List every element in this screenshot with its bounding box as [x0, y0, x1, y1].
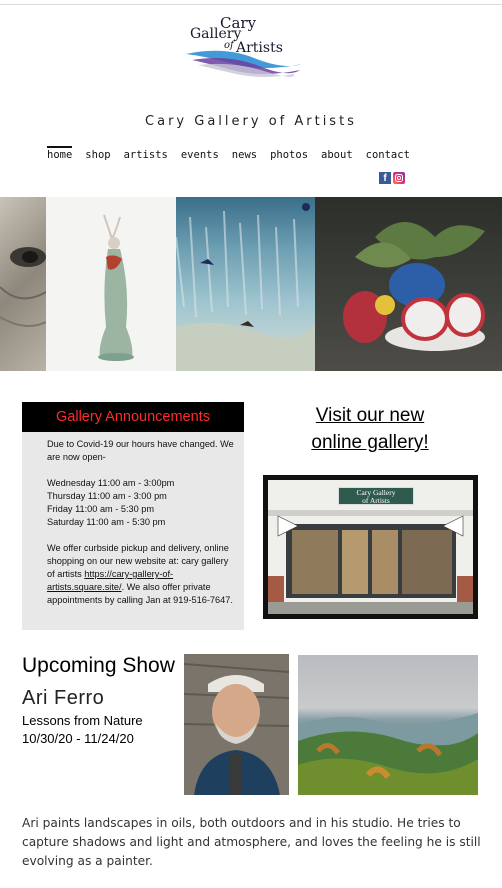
visit-online-gallery-link[interactable]: Visit our new online gallery!	[284, 402, 456, 456]
facebook-icon[interactable]: f	[379, 172, 391, 184]
main-nav: home shop artists events news photos abo…	[47, 146, 423, 166]
hours-saturday: Saturday 11:00 am - 5:30 pm	[47, 517, 166, 527]
artwork-strip	[0, 197, 502, 371]
nav-home[interactable]: home	[47, 146, 73, 166]
social-links: f	[379, 172, 405, 184]
hours-thursday: Thursday 11:00 am - 3:00 pm	[47, 491, 167, 501]
pickup-notice: We offer curbside pickup and delivery, o…	[47, 542, 237, 607]
announcements-body: Due to Covid-19 our hours have changed. …	[47, 438, 237, 620]
top-divider	[0, 4, 502, 5]
ceramic-figure-artwork[interactable]	[46, 197, 176, 371]
show-title: Lessons from Nature	[22, 713, 143, 728]
hours-list: Wednesday 11:00 am - 3:00pm Thursday 11:…	[47, 477, 237, 529]
elephant-eye-artwork[interactable]	[0, 197, 46, 371]
nav-contact[interactable]: contact	[366, 146, 410, 166]
hours-friday: Friday 11:00 am - 5:30 pm	[47, 504, 155, 514]
landscape-painting[interactable]	[298, 655, 478, 795]
sign-line-2: of Artists	[362, 496, 390, 505]
visit-line-2: online gallery!	[311, 432, 429, 453]
visit-line-1: Visit our new	[315, 405, 425, 426]
site-title: Cary Gallery of Artists	[145, 114, 357, 129]
gallery-logo[interactable]: Cary Gallery of Artists	[184, 14, 304, 78]
upcoming-show-heading: Upcoming Show	[22, 654, 175, 677]
nav-events[interactable]: events	[181, 146, 219, 166]
storefront-photo[interactable]: Cary Gallery of Artists	[263, 475, 478, 619]
storefront-image: Cary Gallery of Artists	[268, 480, 473, 614]
artist-bio: Ari paints landscapes in oils, both outd…	[22, 816, 481, 868]
logo-word-of: of	[224, 40, 234, 51]
covid-notice: Due to Covid-19 our hours have changed. …	[47, 439, 234, 462]
show-dates: 10/30/20 - 11/24/20	[22, 731, 134, 746]
birds-landscape-artwork[interactable]	[176, 197, 315, 371]
dragonfruit-still-life-artwork[interactable]	[315, 197, 502, 371]
hours-wednesday: Wednesday 11:00 am - 3:00pm	[47, 478, 175, 488]
storefront-sign: Cary Gallery of Artists	[338, 487, 414, 505]
nav-artists[interactable]: artists	[124, 146, 168, 166]
nav-about[interactable]: about	[321, 146, 353, 166]
announcements-box: Gallery Announcements Due to Covid-19 ou…	[22, 402, 244, 630]
artist-name: Ari Ferro	[22, 687, 105, 709]
instagram-icon[interactable]	[393, 172, 405, 184]
artist-portrait[interactable]	[184, 654, 289, 795]
nav-shop[interactable]: shop	[85, 146, 110, 166]
logo-word-artists: Artists	[236, 40, 283, 56]
nav-news[interactable]: news	[232, 146, 257, 166]
nav-photos[interactable]: photos	[270, 146, 308, 166]
announcements-heading: Gallery Announcements	[22, 402, 244, 432]
